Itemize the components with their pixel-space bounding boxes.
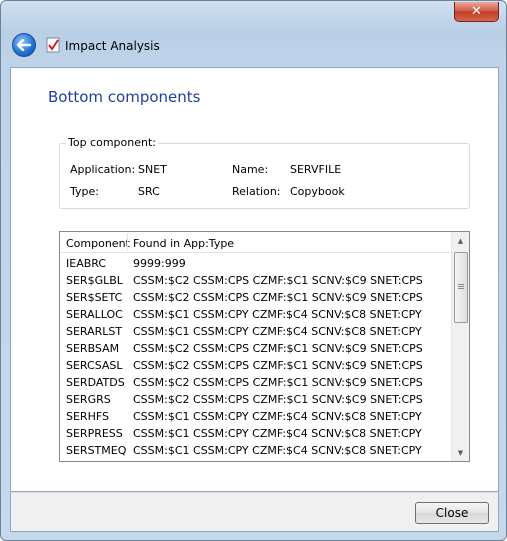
scroll-down-arrow[interactable]: ▼ — [452, 444, 469, 461]
component-cell: SERCSASL — [66, 359, 123, 372]
component-cell: SERSTMEQ — [66, 444, 127, 457]
found-in-cell: CSSM:$C1 CSSM:CPY CZMF:$C4 SCNV:$C8 SNET… — [133, 308, 422, 321]
list-item[interactable]: SERSTMEQ CSSM:$C1 CSSM:CPY CZMF:$C4 SCNV:… — [60, 441, 453, 458]
list-item[interactable]: SERARLST CSSM:$C1 CSSM:CPY CZMF:$C4 SCNV:… — [60, 322, 453, 339]
window-title: Impact Analysis — [65, 39, 160, 53]
window-close-button[interactable]: ✕ — [454, 2, 499, 22]
list-item[interactable]: SERHFS CSSM:$C1 CSSM:CPY CZMF:$C4 SCNV:$C… — [60, 407, 453, 424]
name-label: Name: — [232, 163, 269, 176]
impact-analysis-window: ✕ Impact Analysis Bottom components Top … — [0, 0, 507, 541]
component-cell: SERARLST — [66, 325, 123, 338]
found-in-cell: CSSM:$C1 CSSM:CPY CZMF:$C4 SCNV:$C8 SNET… — [133, 410, 422, 423]
list-item[interactable]: SERALLOC CSSM:$C1 CSSM:CPY CZMF:$C4 SCNV:… — [60, 305, 453, 322]
grip-line — [458, 284, 464, 285]
close-icon: ✕ — [471, 4, 482, 19]
scroll-down-icon: ▼ — [457, 448, 464, 457]
relation-label: Relation: — [232, 185, 281, 198]
content-panel: Bottom components Top component: Applica… — [10, 67, 499, 492]
back-button[interactable] — [12, 33, 36, 57]
application-value: SNET — [138, 163, 167, 176]
scrollbar-thumb[interactable] — [454, 252, 468, 323]
found-in-cell: CSSM:$C2 CSSM:CPS CZMF:$C1 SCNV:$C9 SNET… — [133, 376, 423, 389]
list-item[interactable]: SER$GLBL CSSM:$C2 CSSM:CPS CZMF:$C1 SCNV:… — [60, 271, 453, 288]
list-item[interactable]: SERCSASL CSSM:$C2 CSSM:CPS CZMF:$C1 SCNV:… — [60, 356, 453, 373]
component-cell: SERPRESS — [66, 427, 123, 440]
component-cell: SERDATDS — [66, 376, 125, 389]
scroll-up-arrow[interactable]: ▲ — [452, 232, 469, 249]
component-cell: SERALLOC — [66, 308, 123, 321]
found-in-cell: CSSM:$C1 CSSM:CPY CZMF:$C4 SCNV:$C8 SNET… — [133, 444, 422, 457]
list-item[interactable]: SERDATDS CSSM:$C2 CSSM:CPS CZMF:$C1 SCNV:… — [60, 373, 453, 390]
column-header-component[interactable]: Component — [66, 237, 130, 250]
list-item[interactable]: SER$SETC CSSM:$C2 CSSM:CPS CZMF:$C1 SCNV:… — [60, 288, 453, 305]
grip-line — [458, 288, 464, 289]
found-in-cell: CSSM:$C1 CSSM:CPY CZMF:$C4 SCNV:$C8 SNET… — [133, 427, 422, 440]
column-divider[interactable] — [127, 233, 128, 251]
list-rows: IEABRC 9999:999 SER$GLBL CSSM:$C2 CSSM:CPS … — [60, 254, 453, 458]
found-in-cell: 9999:999 — [133, 257, 186, 270]
found-in-cell: CSSM:$C2 CSSM:CPS CZMF:$C1 SCNV:$C9 SNET… — [133, 342, 423, 355]
list-item[interactable]: SERGRS CSSM:$C2 CSSM:CPS CZMF:$C1 SCNV:$C… — [60, 390, 453, 407]
page-title: Bottom components — [48, 88, 201, 106]
column-header-found-in[interactable]: Found in App:Type — [133, 237, 234, 250]
component-cell: SERBSAM — [66, 342, 120, 355]
close-button[interactable]: Close — [415, 502, 489, 524]
component-cell: SERHFS — [66, 410, 109, 423]
type-label: Type: — [70, 185, 99, 198]
found-in-cell: CSSM:$C2 CSSM:CPS CZMF:$C1 SCNV:$C9 SNET… — [133, 359, 423, 372]
component-cell: SER$SETC — [66, 291, 123, 304]
found-in-cell: CSSM:$C2 CSSM:CPS CZMF:$C1 SCNV:$C9 SNET… — [133, 274, 423, 287]
component-cell: SER$GLBL — [66, 274, 123, 287]
top-component-group: Top component: Application: SNET Name: S… — [59, 136, 470, 209]
found-in-cell: CSSM:$C2 CSSM:CPS CZMF:$C1 SCNV:$C9 SNET… — [133, 291, 423, 304]
scroll-up-icon: ▲ — [457, 236, 464, 245]
list-item[interactable]: IEABRC 9999:999 — [60, 254, 453, 271]
grip-line — [458, 286, 464, 287]
found-in-cell: CSSM:$C1 CSSM:CPY CZMF:$C4 SCNV:$C8 SNET… — [133, 325, 422, 338]
back-arrow-icon — [17, 39, 31, 51]
application-label: Application: — [70, 163, 136, 176]
name-value: SERVFILE — [290, 163, 342, 176]
list-item[interactable]: SERPRESS CSSM:$C1 CSSM:CPY CZMF:$C4 SCNV:… — [60, 424, 453, 441]
top-component-legend: Top component: — [66, 136, 158, 149]
vertical-scrollbar[interactable]: ▲ ▼ — [451, 232, 469, 461]
found-in-cell: CSSM:$C2 CSSM:CPS CZMF:$C1 SCNV:$C9 SNET… — [133, 393, 423, 406]
type-value: SRC — [138, 185, 160, 198]
bottom-components-list[interactable]: Component Found in App:Type IEABRC 9999:9… — [59, 231, 470, 462]
relation-value: Copybook — [290, 185, 345, 198]
checklist-icon — [46, 37, 60, 53]
component-cell: IEABRC — [66, 257, 107, 270]
close-button-label: Close — [435, 506, 469, 520]
list-item[interactable]: SERBSAM CSSM:$C2 CSSM:CPS CZMF:$C1 SCNV:$… — [60, 339, 453, 356]
list-header: Component Found in App:Type — [60, 232, 453, 253]
component-cell: SERGRS — [66, 393, 111, 406]
